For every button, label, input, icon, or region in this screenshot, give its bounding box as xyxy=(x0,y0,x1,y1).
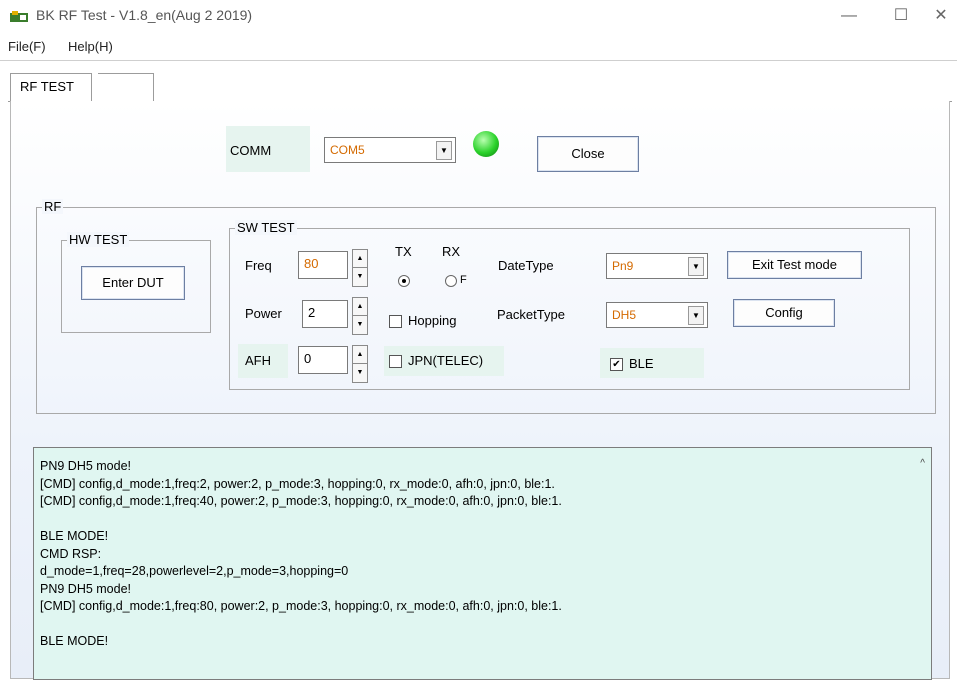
log-lines: PN9 DH5 mode! [CMD] config,d_mode:1,freq:… xyxy=(40,458,562,651)
hopping-label: Hopping xyxy=(408,313,457,328)
menu-file[interactable]: File(F) xyxy=(8,39,46,54)
connection-status-led-icon xyxy=(473,131,499,157)
arrow-down-icon[interactable]: ▼ xyxy=(353,268,367,286)
rx-radio[interactable] xyxy=(445,275,457,287)
datetype-select[interactable]: Pn9 ▼ xyxy=(606,253,708,279)
power-label: Power xyxy=(245,306,282,321)
arrow-down-icon[interactable]: ▼ xyxy=(353,316,367,334)
com-port-value: COM5 xyxy=(330,143,365,157)
maximize-button[interactable]: ☐ xyxy=(886,4,916,28)
packettype-label: PacketType xyxy=(497,307,565,322)
log-line: [CMD] config,d_mode:1,freq:40, power:2, … xyxy=(40,494,562,508)
power-input[interactable]: 2 xyxy=(302,300,348,328)
log-line: CMD RSP: xyxy=(40,546,102,561)
log-line: [CMD] config,d_mode:1,freq:2, power:2, p… xyxy=(40,476,555,491)
jpn-telec-label: JPN(TELEC) xyxy=(408,353,484,368)
datetype-value: Pn9 xyxy=(612,259,634,273)
comm-label-cell: COMM xyxy=(226,126,310,172)
close-port-button[interactable]: Close xyxy=(537,136,639,172)
tab-rf-test-label: RF TEST xyxy=(20,79,74,94)
ble-label: BLE xyxy=(629,356,654,371)
tab-rf-test[interactable]: RF TEST xyxy=(10,73,92,101)
arrow-down-icon[interactable]: ▼ xyxy=(353,364,367,382)
rf-group-label: RF xyxy=(42,199,64,214)
freq-label: Freq xyxy=(245,258,272,273)
exit-test-mode-button[interactable]: Exit Test mode xyxy=(727,251,862,279)
chevron-down-icon: ▼ xyxy=(688,306,704,325)
freq-stepper[interactable]: ▲ ▼ xyxy=(352,249,368,287)
close-window-button[interactable]: ✕ xyxy=(926,4,956,28)
packettype-select[interactable]: DH5 ▼ xyxy=(606,302,708,328)
chevron-down-icon: ▼ xyxy=(688,257,704,276)
tab-blank[interactable] xyxy=(98,73,154,101)
log-line: d_mode=1,freq=28,powerlevel=2,p_mode=3,h… xyxy=(40,564,349,578)
afh-value: 0 xyxy=(304,351,312,366)
log-line: PN9 DH5 mode! xyxy=(40,459,132,473)
window-title: BK RF Test - V1.8_en(Aug 2 2019) xyxy=(36,7,253,23)
arrow-up-icon[interactable]: ▲ xyxy=(353,250,367,268)
log-line: PN9 DH5 mode! xyxy=(40,581,132,596)
tx-label: TX xyxy=(395,244,412,259)
checkmark-icon: ✔ xyxy=(612,359,621,370)
menu-help[interactable]: Help(H) xyxy=(68,39,113,54)
hopping-checkbox[interactable] xyxy=(389,315,402,328)
ble-checkbox[interactable]: ✔ xyxy=(610,358,623,371)
afh-label: AFH xyxy=(245,353,271,368)
enter-dut-button[interactable]: Enter DUT xyxy=(81,266,185,300)
com-port-select[interactable]: COM5 ▼ xyxy=(324,137,456,163)
chevron-down-icon: ▼ xyxy=(436,141,452,160)
packettype-value: DH5 xyxy=(612,308,637,322)
datetype-label: DateType xyxy=(498,258,554,273)
minimize-button[interactable]: — xyxy=(834,4,864,28)
freq-value: 80 xyxy=(304,256,319,271)
power-value: 2 xyxy=(308,305,316,320)
sw-test-label: SW TEST xyxy=(235,220,297,235)
scroll-up-arrow-icon[interactable]: ^ xyxy=(920,458,925,469)
rx-label: RX xyxy=(442,244,461,259)
arrow-up-icon[interactable]: ▲ xyxy=(353,298,367,316)
afh-label-cell: AFH xyxy=(238,344,288,378)
log-line: [CMD] config,d_mode:1,freq:80, power:2, … xyxy=(40,599,562,613)
log-line: BLE MODE! xyxy=(40,529,109,543)
hw-test-label: HW TEST xyxy=(67,232,130,247)
afh-stepper[interactable]: ▲ ▼ xyxy=(352,345,368,383)
tab-strip: RF TEST xyxy=(8,73,952,102)
afh-input[interactable]: 0 xyxy=(298,346,348,374)
power-stepper[interactable]: ▲ ▼ xyxy=(352,297,368,335)
app-logo-icon xyxy=(10,11,28,22)
arrow-up-icon[interactable]: ▲ xyxy=(353,346,367,364)
comm-label: COMM xyxy=(230,143,272,158)
freq-input[interactable]: 80 xyxy=(298,251,348,279)
log-line: BLE MODE! xyxy=(40,634,109,648)
rx-radio-label: F xyxy=(460,274,467,286)
tx-radio[interactable] xyxy=(398,275,410,287)
jpn-telec-checkbox[interactable] xyxy=(389,355,402,368)
log-output[interactable]: PN9 DH5 mode! [CMD] config,d_mode:1,freq:… xyxy=(33,447,932,680)
menu-bar: File(F) Help(H) xyxy=(0,34,957,61)
config-button[interactable]: Config xyxy=(733,299,835,327)
title-bar: BK RF Test - V1.8_en(Aug 2 2019) — ☐ ✕ xyxy=(0,0,957,32)
